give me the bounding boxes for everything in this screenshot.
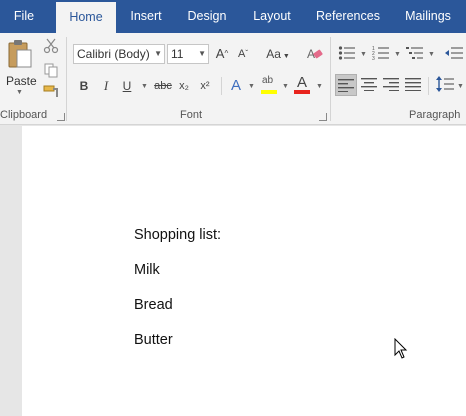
tab-references[interactable]: References [310,0,386,33]
line-spacing-dropdown-icon[interactable]: ▼ [457,83,464,90]
clipboard-group-label: Clipboard [0,109,48,121]
subscript-button[interactable]: x₂ [176,76,192,96]
ribbon: Paste ▼ Clipboard Calibri (Body) ▼ 11 ▼ … [0,33,466,125]
decrease-indent-icon[interactable] [444,45,464,61]
svg-text:3: 3 [372,56,375,61]
change-case-label: Aa [266,47,281,61]
document-area: Shopping list: Milk Bread Butter [0,126,466,416]
multilevel-list-icon[interactable] [406,45,424,61]
font-group-label: Font [180,109,203,121]
shrink-font-button[interactable]: Aˇ [235,44,251,64]
font-dialog-launcher-icon[interactable] [319,113,327,121]
clipboard-paste-icon [8,40,32,68]
paste-label: Paste [6,74,37,88]
underline-dropdown-icon[interactable]: ▼ [141,83,148,90]
tab-file[interactable]: File [0,0,48,33]
align-right-icon[interactable] [383,77,399,91]
paste-button[interactable]: Paste ▼ [4,37,37,103]
group-divider [66,37,67,121]
font-color-icon: A [297,74,308,91]
chevron-down-icon: ▼ [154,49,162,58]
numbering-dropdown-icon[interactable]: ▼ [394,51,401,58]
text-effects-icon[interactable]: A [228,76,244,96]
cut-icon[interactable] [43,38,59,54]
clipboard-dialog-launcher-icon[interactable] [57,113,65,121]
strikethrough-button[interactable]: abc [152,76,174,96]
font-size-value: 11 [171,47,184,61]
highlight-button[interactable]: ab [261,75,279,97]
change-case-button[interactable]: Aa ▼ [263,44,293,64]
clear-formatting-icon[interactable]: A [306,46,324,62]
align-center-icon[interactable] [361,77,377,91]
align-left-button[interactable] [335,74,357,96]
group-divider [221,77,222,95]
highlight-dropdown-icon[interactable]: ▼ [282,83,289,90]
font-color-swatch [294,90,310,94]
line-spacing-icon[interactable] [436,76,454,92]
tab-home[interactable]: Home [56,2,116,33]
chevron-down-icon: ▼ [198,49,206,58]
font-name-dropdown[interactable]: Calibri (Body) ▼ [73,44,165,64]
multilevel-dropdown-icon[interactable]: ▼ [428,51,435,58]
tab-layout[interactable]: Layout [244,0,300,33]
numbering-icon[interactable]: 1 2 3 [372,45,390,61]
superscript-button[interactable]: x² [197,76,213,96]
font-color-button[interactable]: A [294,74,312,97]
bullets-icon[interactable] [338,45,356,61]
document-line[interactable]: Butter [134,332,173,348]
document-line[interactable]: Bread [134,297,173,313]
font-color-dropdown-icon[interactable]: ▼ [316,83,323,90]
document-line[interactable]: Milk [134,262,160,278]
paragraph-group-label: Paragraph [409,109,461,121]
grow-font-button[interactable]: A^ [214,44,230,64]
format-painter-icon[interactable] [43,84,61,100]
align-left-icon [338,79,354,92]
document-line[interactable]: Shopping list: [134,227,221,243]
group-divider [330,37,331,121]
paste-dropdown-icon: ▼ [16,89,23,96]
tab-insert[interactable]: Insert [120,0,172,33]
bold-button[interactable]: B [77,76,91,96]
highlight-icon: ab [262,75,274,86]
highlight-color-swatch [261,90,277,94]
bullets-dropdown-icon[interactable]: ▼ [360,51,367,58]
text-effects-dropdown-icon[interactable]: ▼ [248,83,255,90]
tab-design[interactable]: Design [180,0,234,33]
font-size-dropdown[interactable]: 11 ▼ [167,44,209,64]
document-page[interactable]: Shopping list: Milk Bread Butter [22,126,466,416]
mouse-pointer-icon [394,338,408,359]
tab-mailings[interactable]: Mailings [396,0,460,33]
copy-icon[interactable] [43,62,59,78]
underline-button[interactable]: U [120,76,134,96]
ribbon-tab-bar: File Home Insert Design Layout Reference… [0,0,466,33]
justify-icon[interactable] [405,77,421,91]
font-name-value: Calibri (Body) [77,47,150,61]
italic-button[interactable]: I [99,76,113,96]
group-divider [428,77,429,95]
